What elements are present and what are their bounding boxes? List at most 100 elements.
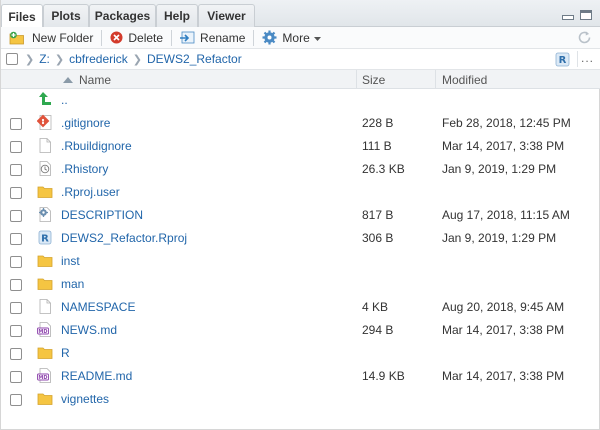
size-column-header[interactable]: Size	[362, 70, 385, 89]
tab-packages[interactable]: Packages	[89, 4, 156, 27]
row-checkbox[interactable]	[10, 187, 22, 199]
list-item[interactable]: .Rproj.user	[1, 181, 600, 204]
list-item[interactable]: MD NEWS.md 294 B Mar 14, 2017, 3:38 PM	[1, 319, 600, 342]
file-name[interactable]: R	[61, 342, 70, 365]
row-checkbox[interactable]	[10, 164, 22, 176]
svg-text:R: R	[559, 55, 567, 66]
breadcrumb-drive[interactable]: Z:	[39, 52, 50, 66]
list-item[interactable]: R	[1, 342, 600, 365]
files-toolbar: New Folder Delete Rename More	[1, 27, 600, 49]
list-item[interactable]: .gitignore 228 B Feb 28, 2018, 12:45 PM	[1, 112, 600, 135]
list-item[interactable]: R DEWS2_Refactor.Rproj 306 B Jan 9, 2019…	[1, 227, 600, 250]
size-column-label: Size	[362, 72, 386, 87]
file-size: 228 B	[362, 116, 394, 130]
rename-button[interactable]: Rename	[178, 28, 247, 48]
parent-dir-icon	[37, 91, 53, 108]
breadcrumb-folder[interactable]: cbfrederick	[69, 52, 128, 66]
list-item[interactable]: ..	[1, 89, 600, 112]
file-name[interactable]: .gitignore	[61, 112, 110, 135]
breadcrumb-current[interactable]: DEWS2_Refactor	[147, 52, 242, 66]
name-column-header[interactable]: Name	[63, 70, 111, 89]
file-size: 294 B	[362, 323, 394, 337]
file-name[interactable]: ..	[61, 89, 68, 112]
file-modified: Mar 14, 2017, 3:38 PM	[442, 369, 565, 383]
file-name[interactable]: NAMESPACE	[61, 296, 135, 319]
breadcrumb-divider	[577, 51, 578, 67]
file-name[interactable]: vignettes	[61, 388, 109, 411]
tab-help[interactable]: Help	[156, 4, 198, 27]
delete-label: Delete	[128, 30, 164, 45]
row-checkbox[interactable]	[10, 118, 22, 130]
minimize-pane-button[interactable]	[562, 15, 574, 20]
go-to-project-icon[interactable]: R	[555, 52, 570, 70]
list-item[interactable]: .Rhistory 26.3 KB Jan 9, 2019, 1:29 PM	[1, 158, 600, 181]
file-name[interactable]: .Rbuildignore	[61, 135, 132, 158]
modified-column-header[interactable]: Modified	[442, 70, 487, 89]
modified-column-label: Modified	[442, 72, 488, 87]
list-item[interactable]: vignettes	[1, 388, 600, 411]
file-name[interactable]: README.md	[61, 365, 132, 388]
folder-icon	[37, 275, 53, 292]
file-name[interactable]: DEWS2_Refactor.Rproj	[61, 227, 187, 250]
file-size: 4 KB	[362, 300, 389, 314]
file-modified: Jan 9, 2019, 1:29 PM	[442, 231, 557, 245]
tab-files[interactable]: Files	[1, 4, 43, 28]
file-list: .. .gitignore 228 B Feb 28, 2018, 12:45 …	[1, 89, 600, 411]
row-checkbox[interactable]	[10, 141, 22, 153]
breadcrumb-more-button[interactable]: ...	[581, 51, 594, 65]
rproj-icon: R	[37, 229, 53, 246]
row-checkbox[interactable]	[10, 348, 22, 360]
list-item[interactable]: MD README.md 14.9 KB Mar 14, 2017, 3:38 …	[1, 365, 600, 388]
file-icon	[37, 298, 53, 315]
tab-plots[interactable]: Plots	[43, 4, 89, 27]
row-checkbox[interactable]	[10, 279, 22, 291]
row-checkbox[interactable]	[10, 325, 22, 337]
rename-icon	[180, 31, 195, 44]
file-size: 817 B	[362, 208, 394, 222]
row-checkbox[interactable]	[10, 302, 22, 314]
row-checkbox[interactable]	[10, 210, 22, 222]
file-name[interactable]: NEWS.md	[61, 319, 117, 342]
new-folder-button[interactable]: New Folder	[7, 28, 95, 48]
list-item[interactable]: DESCRIPTION 817 B Aug 17, 2018, 11:15 AM	[1, 204, 600, 227]
folder-icon	[37, 252, 53, 269]
list-item[interactable]: NAMESPACE 4 KB Aug 20, 2018, 9:45 AM	[1, 296, 600, 319]
row-checkbox[interactable]	[10, 371, 22, 383]
delete-button[interactable]: Delete	[108, 28, 165, 48]
file-name[interactable]: inst	[61, 250, 80, 273]
folder-icon	[37, 344, 53, 361]
file-size: 26.3 KB	[362, 162, 405, 176]
file-name[interactable]: DESCRIPTION	[61, 204, 143, 227]
markdown-icon: MD	[37, 321, 53, 338]
file-name[interactable]: .Rhistory	[61, 158, 108, 181]
more-menu-button[interactable]: More	[260, 28, 322, 48]
new-folder-label: New Folder	[32, 30, 94, 45]
maximize-pane-button[interactable]	[580, 10, 592, 20]
toolbar-divider	[101, 29, 103, 46]
file-modified: Jan 9, 2019, 1:29 PM	[442, 162, 557, 176]
svg-text:R: R	[41, 234, 49, 245]
file-name[interactable]: .Rproj.user	[61, 181, 120, 204]
file-size: 306 B	[362, 231, 394, 245]
window-controls	[562, 10, 592, 20]
tab-viewer[interactable]: Viewer	[198, 4, 255, 27]
git-icon	[36, 114, 53, 131]
row-checkbox[interactable]	[10, 256, 22, 268]
select-all-checkbox[interactable]	[6, 53, 18, 65]
folder-icon	[37, 183, 53, 200]
file-size: 14.9 KB	[362, 369, 405, 383]
list-item[interactable]: man	[1, 273, 600, 296]
list-item[interactable]: .Rbuildignore 111 B Mar 14, 2017, 3:38 P…	[1, 135, 600, 158]
list-item[interactable]: inst	[1, 250, 600, 273]
column-header: Name Size Modified	[1, 70, 600, 89]
file-modified: Aug 17, 2018, 11:15 AM	[442, 208, 570, 222]
toolbar-divider	[171, 29, 173, 46]
row-checkbox[interactable]	[10, 394, 22, 406]
refresh-icon[interactable]	[577, 30, 592, 45]
file-icon	[37, 137, 53, 154]
svg-text:MD: MD	[38, 329, 47, 335]
file-size: 111 B	[362, 139, 392, 153]
breadcrumb-arrow-icon: ❯	[25, 53, 35, 66]
row-checkbox[interactable]	[10, 233, 22, 245]
file-name[interactable]: man	[61, 273, 84, 296]
